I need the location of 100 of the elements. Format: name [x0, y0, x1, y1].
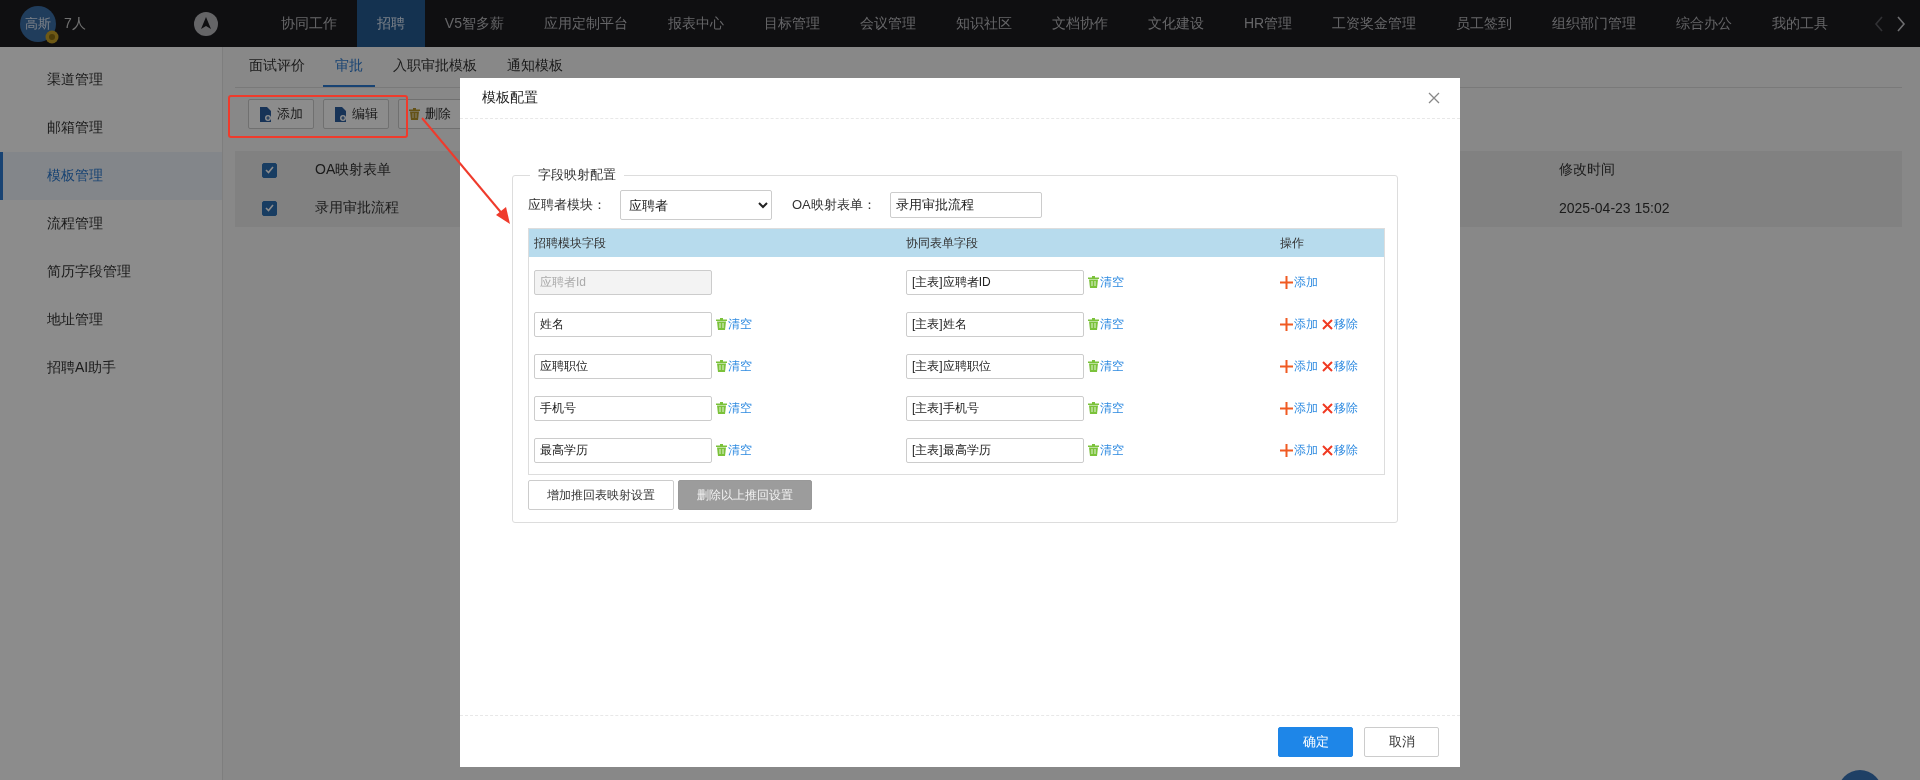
select-field[interactable]: 应聘者 — [620, 190, 772, 220]
nav-tab[interactable]: 目标管理 — [743, 0, 840, 47]
clear-link[interactable]: 清空 — [1088, 357, 1124, 375]
nav-tab[interactable]: 员工签到 — [1436, 0, 1533, 47]
tab[interactable]: 审批 — [323, 47, 375, 87]
nav-tab[interactable]: 协同工作 — [260, 0, 357, 47]
column-header: 修改时间 — [1559, 161, 1615, 179]
document-add-icon — [334, 106, 347, 122]
close-button[interactable] — [1428, 92, 1440, 104]
sidebar-item[interactable]: 邮箱管理 — [0, 104, 222, 152]
nav-tab[interactable]: 组织部门管理 — [1532, 0, 1657, 47]
trash-icon — [1088, 360, 1099, 372]
input-field[interactable]: [主表]姓名 — [906, 311, 1084, 337]
nav-tab[interactable]: 会议管理 — [839, 0, 936, 47]
nav-tab[interactable]: 招聘 — [356, 0, 425, 47]
member-count: 7人 — [64, 14, 86, 33]
action-button[interactable]: 增加推回表映射设置 — [528, 480, 674, 510]
field-label: OA映射表单： — [792, 196, 876, 214]
add-link[interactable]: 添加 — [1280, 399, 1318, 417]
cross-icon — [1322, 318, 1333, 330]
sidebar-item[interactable]: 简历字段管理 — [0, 248, 222, 296]
trash-icon — [1088, 402, 1099, 414]
trash-icon — [1088, 318, 1099, 330]
confirm-button[interactable]: 确定 — [1278, 726, 1353, 757]
nav-tab[interactable]: 综合办公 — [1656, 0, 1753, 47]
input-field[interactable]: [主表]最高学历 — [906, 437, 1084, 463]
clear-link[interactable]: 清空 — [716, 441, 752, 459]
chevron-right-icon[interactable] — [1896, 15, 1906, 32]
column-header: 协同表单字段 — [906, 234, 979, 252]
clear-link[interactable]: 清空 — [716, 315, 752, 333]
trash-icon — [716, 318, 727, 330]
input-field[interactable]: [主表]手机号 — [906, 395, 1084, 421]
clear-link[interactable]: 清空 — [1088, 315, 1124, 333]
column-header: 招聘模块字段 — [534, 234, 607, 252]
delete-button[interactable]: 删除 — [398, 99, 462, 129]
table-cell: 2025-04-23 15:02 — [1559, 200, 1670, 216]
avatar[interactable]: 高斯 — [20, 5, 56, 42]
input-field[interactable]: [主表]应聘职位 — [906, 353, 1084, 379]
field-label: 应聘者模块： — [528, 196, 606, 214]
checkbox[interactable] — [262, 200, 277, 216]
add-link[interactable]: 添加 — [1280, 357, 1318, 375]
add-link[interactable]: 添加 — [1280, 441, 1318, 459]
navigation-icon[interactable] — [193, 11, 218, 36]
trash-icon — [1088, 276, 1099, 288]
table-cell: 录用审批流程 — [315, 199, 399, 217]
remove-link[interactable]: 移除 — [1322, 399, 1358, 417]
nav-tab[interactable]: 工资奖金管理 — [1312, 0, 1437, 47]
tab[interactable]: 面试评价 — [237, 47, 317, 87]
clear-link[interactable]: 清空 — [716, 399, 752, 417]
fieldset-legend: 字段映射配置 — [530, 166, 624, 184]
tab[interactable]: 入职审批模板 — [381, 47, 489, 87]
input-field[interactable]: 手机号 — [534, 395, 712, 421]
add-link[interactable]: 添加 — [1280, 273, 1318, 291]
add-button[interactable]: 添加 — [248, 99, 314, 129]
checkbox[interactable] — [262, 162, 277, 178]
input-field[interactable]: [主表]应聘者ID — [906, 269, 1084, 295]
clear-link[interactable]: 清空 — [716, 357, 752, 375]
document-add-icon — [259, 106, 272, 122]
cancel-button[interactable]: 取消 — [1364, 726, 1439, 757]
clear-link[interactable]: 清空 — [1088, 399, 1124, 417]
remove-link[interactable]: 移除 — [1322, 441, 1358, 459]
nav-tab[interactable]: 知识社区 — [935, 0, 1032, 47]
plus-icon — [1280, 317, 1293, 331]
badge-icon — [45, 29, 59, 44]
edit-button[interactable]: 编辑 — [323, 99, 389, 129]
cross-icon — [1322, 444, 1333, 456]
nav-tab[interactable]: 文化建设 — [1127, 0, 1224, 47]
input-field[interactable]: 最高学历 — [534, 437, 712, 463]
clear-link[interactable]: 清空 — [1088, 273, 1124, 291]
sidebar-item[interactable]: 地址管理 — [0, 296, 222, 344]
cross-icon — [1322, 402, 1333, 414]
sidebar-item[interactable]: 渠道管理 — [0, 56, 222, 104]
input-field[interactable]: 录用审批流程 — [889, 192, 1042, 218]
trash-icon — [716, 444, 727, 456]
checkmark-icon — [265, 166, 274, 174]
sidebar-item[interactable]: 招聘AI助手 — [0, 344, 222, 392]
sidebar-item[interactable]: 流程管理 — [0, 200, 222, 248]
trash-icon — [409, 108, 420, 120]
plus-icon — [1280, 401, 1293, 415]
cross-icon — [1322, 360, 1333, 372]
trash-icon — [1088, 444, 1099, 456]
input-field[interactable]: 应聘职位 — [534, 353, 712, 379]
remove-link[interactable]: 移除 — [1322, 315, 1358, 333]
plus-icon — [1280, 359, 1293, 373]
nav-tab[interactable]: HR管理 — [1223, 0, 1313, 47]
nav-tab[interactable]: 应用定制平台 — [523, 0, 648, 47]
column-header: OA映射表单 — [315, 161, 392, 179]
add-link[interactable]: 添加 — [1280, 315, 1318, 333]
remove-link[interactable]: 移除 — [1322, 357, 1358, 375]
nav-tab[interactable]: 报表中心 — [647, 0, 744, 47]
trash-icon — [716, 360, 727, 372]
nav-tab[interactable]: 文档协作 — [1031, 0, 1128, 47]
dialog-title: 模板配置 — [482, 89, 538, 107]
trash-icon — [716, 402, 727, 414]
input-field[interactable]: 姓名 — [534, 311, 712, 337]
plus-icon — [1280, 275, 1293, 289]
column-header: 操作 — [1280, 234, 1305, 252]
nav-tab[interactable]: 我的工具 — [1752, 0, 1849, 47]
sidebar-item[interactable]: 模板管理 — [0, 152, 222, 200]
clear-link[interactable]: 清空 — [1088, 441, 1124, 459]
